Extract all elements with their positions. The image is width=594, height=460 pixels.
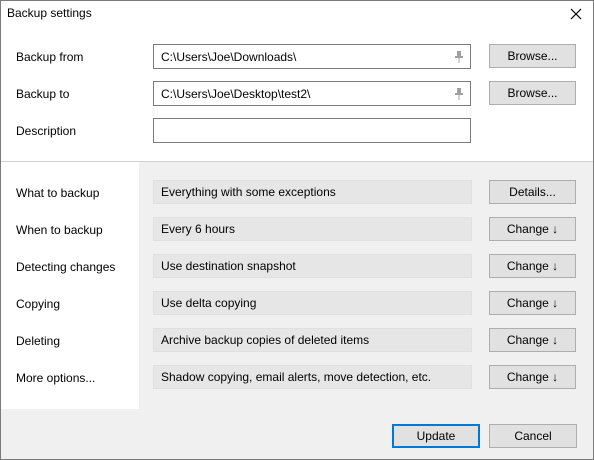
- detecting-changes-change-button[interactable]: Change ↓: [489, 254, 576, 278]
- when-to-backup-change-button[interactable]: Change ↓: [489, 217, 576, 241]
- copying-value: Use delta copying: [153, 291, 472, 315]
- description-field[interactable]: [153, 118, 471, 143]
- backup-to-value: C:\Users\Joe\Desktop\test2\: [161, 87, 311, 101]
- backup-from-field[interactable]: C:\Users\Joe\Downloads\: [153, 44, 471, 69]
- pin-icon[interactable]: [454, 88, 464, 100]
- detecting-changes-value: Use destination snapshot: [153, 254, 472, 278]
- what-to-backup-text: Everything with some exceptions: [161, 185, 336, 199]
- window-title: Backup settings: [7, 6, 92, 20]
- detecting-changes-label: Detecting changes: [16, 260, 116, 274]
- copying-change-button[interactable]: Change ↓: [489, 291, 576, 315]
- when-to-backup-text: Every 6 hours: [161, 222, 236, 236]
- what-to-backup-value: Everything with some exceptions: [153, 180, 472, 204]
- more-options-text: Shadow copying, email alerts, move detec…: [161, 370, 432, 384]
- backup-from-label: Backup from: [16, 50, 84, 64]
- more-options-change-button[interactable]: Change ↓: [489, 365, 576, 389]
- more-options-label: More options...: [16, 371, 96, 385]
- copying-text: Use delta copying: [161, 296, 257, 310]
- cancel-button[interactable]: Cancel: [489, 424, 577, 448]
- copying-label: Copying: [16, 297, 61, 311]
- backup-from-value: C:\Users\Joe\Downloads\: [161, 50, 297, 64]
- close-icon: [570, 8, 582, 20]
- more-options-value: Shadow copying, email alerts, move detec…: [153, 365, 472, 389]
- when-to-backup-label: When to backup: [16, 223, 103, 237]
- backup-settings-dialog: Backup settings Backup from C:\Users\Joe…: [0, 0, 594, 460]
- browse-destination-button[interactable]: Browse...: [489, 81, 576, 105]
- what-to-backup-details-button[interactable]: Details...: [489, 180, 576, 204]
- detecting-changes-text: Use destination snapshot: [161, 259, 296, 273]
- description-label: Description: [16, 124, 77, 138]
- deleting-value: Archive backup copies of deleted items: [153, 328, 472, 352]
- deleting-change-button[interactable]: Change ↓: [489, 328, 576, 352]
- title-bar: Backup settings: [1, 1, 593, 27]
- deleting-text: Archive backup copies of deleted items: [161, 333, 370, 347]
- backup-to-label: Backup to: [16, 87, 70, 101]
- deleting-label: Deleting: [16, 334, 61, 348]
- backup-to-field[interactable]: C:\Users\Joe\Desktop\test2\: [153, 81, 471, 106]
- close-button[interactable]: [559, 1, 593, 27]
- what-to-backup-label: What to backup: [16, 186, 100, 200]
- pin-icon[interactable]: [454, 51, 464, 63]
- when-to-backup-value: Every 6 hours: [153, 217, 472, 241]
- update-button[interactable]: Update: [392, 424, 480, 448]
- browse-source-button[interactable]: Browse...: [489, 44, 576, 68]
